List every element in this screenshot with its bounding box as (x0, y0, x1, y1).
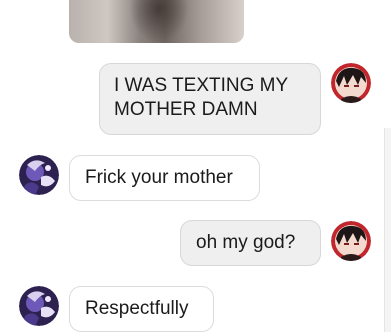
other-avatar[interactable] (19, 155, 59, 195)
self-avatar[interactable] (331, 63, 371, 103)
chat-conversation: I WAS TEXTING MY MOTHER DAMN Frick your … (0, 0, 391, 332)
message-bubble-sent[interactable]: oh my god? (180, 220, 321, 266)
character-avatar-icon (19, 286, 59, 326)
character-avatar-icon (19, 155, 59, 195)
character-avatar-icon (331, 63, 371, 103)
character-avatar-icon (331, 221, 371, 261)
message-bubble-received[interactable]: Respectfully (69, 286, 214, 332)
scrollbar[interactable] (384, 128, 391, 332)
self-avatar[interactable] (331, 221, 371, 261)
other-avatar[interactable] (19, 286, 59, 326)
shared-image-attachment[interactable] (69, 0, 244, 43)
message-bubble-received[interactable]: Frick your mother (69, 155, 260, 201)
message-bubble-sent[interactable]: I WAS TEXTING MY MOTHER DAMN (99, 63, 321, 135)
image-shading (129, 0, 189, 43)
